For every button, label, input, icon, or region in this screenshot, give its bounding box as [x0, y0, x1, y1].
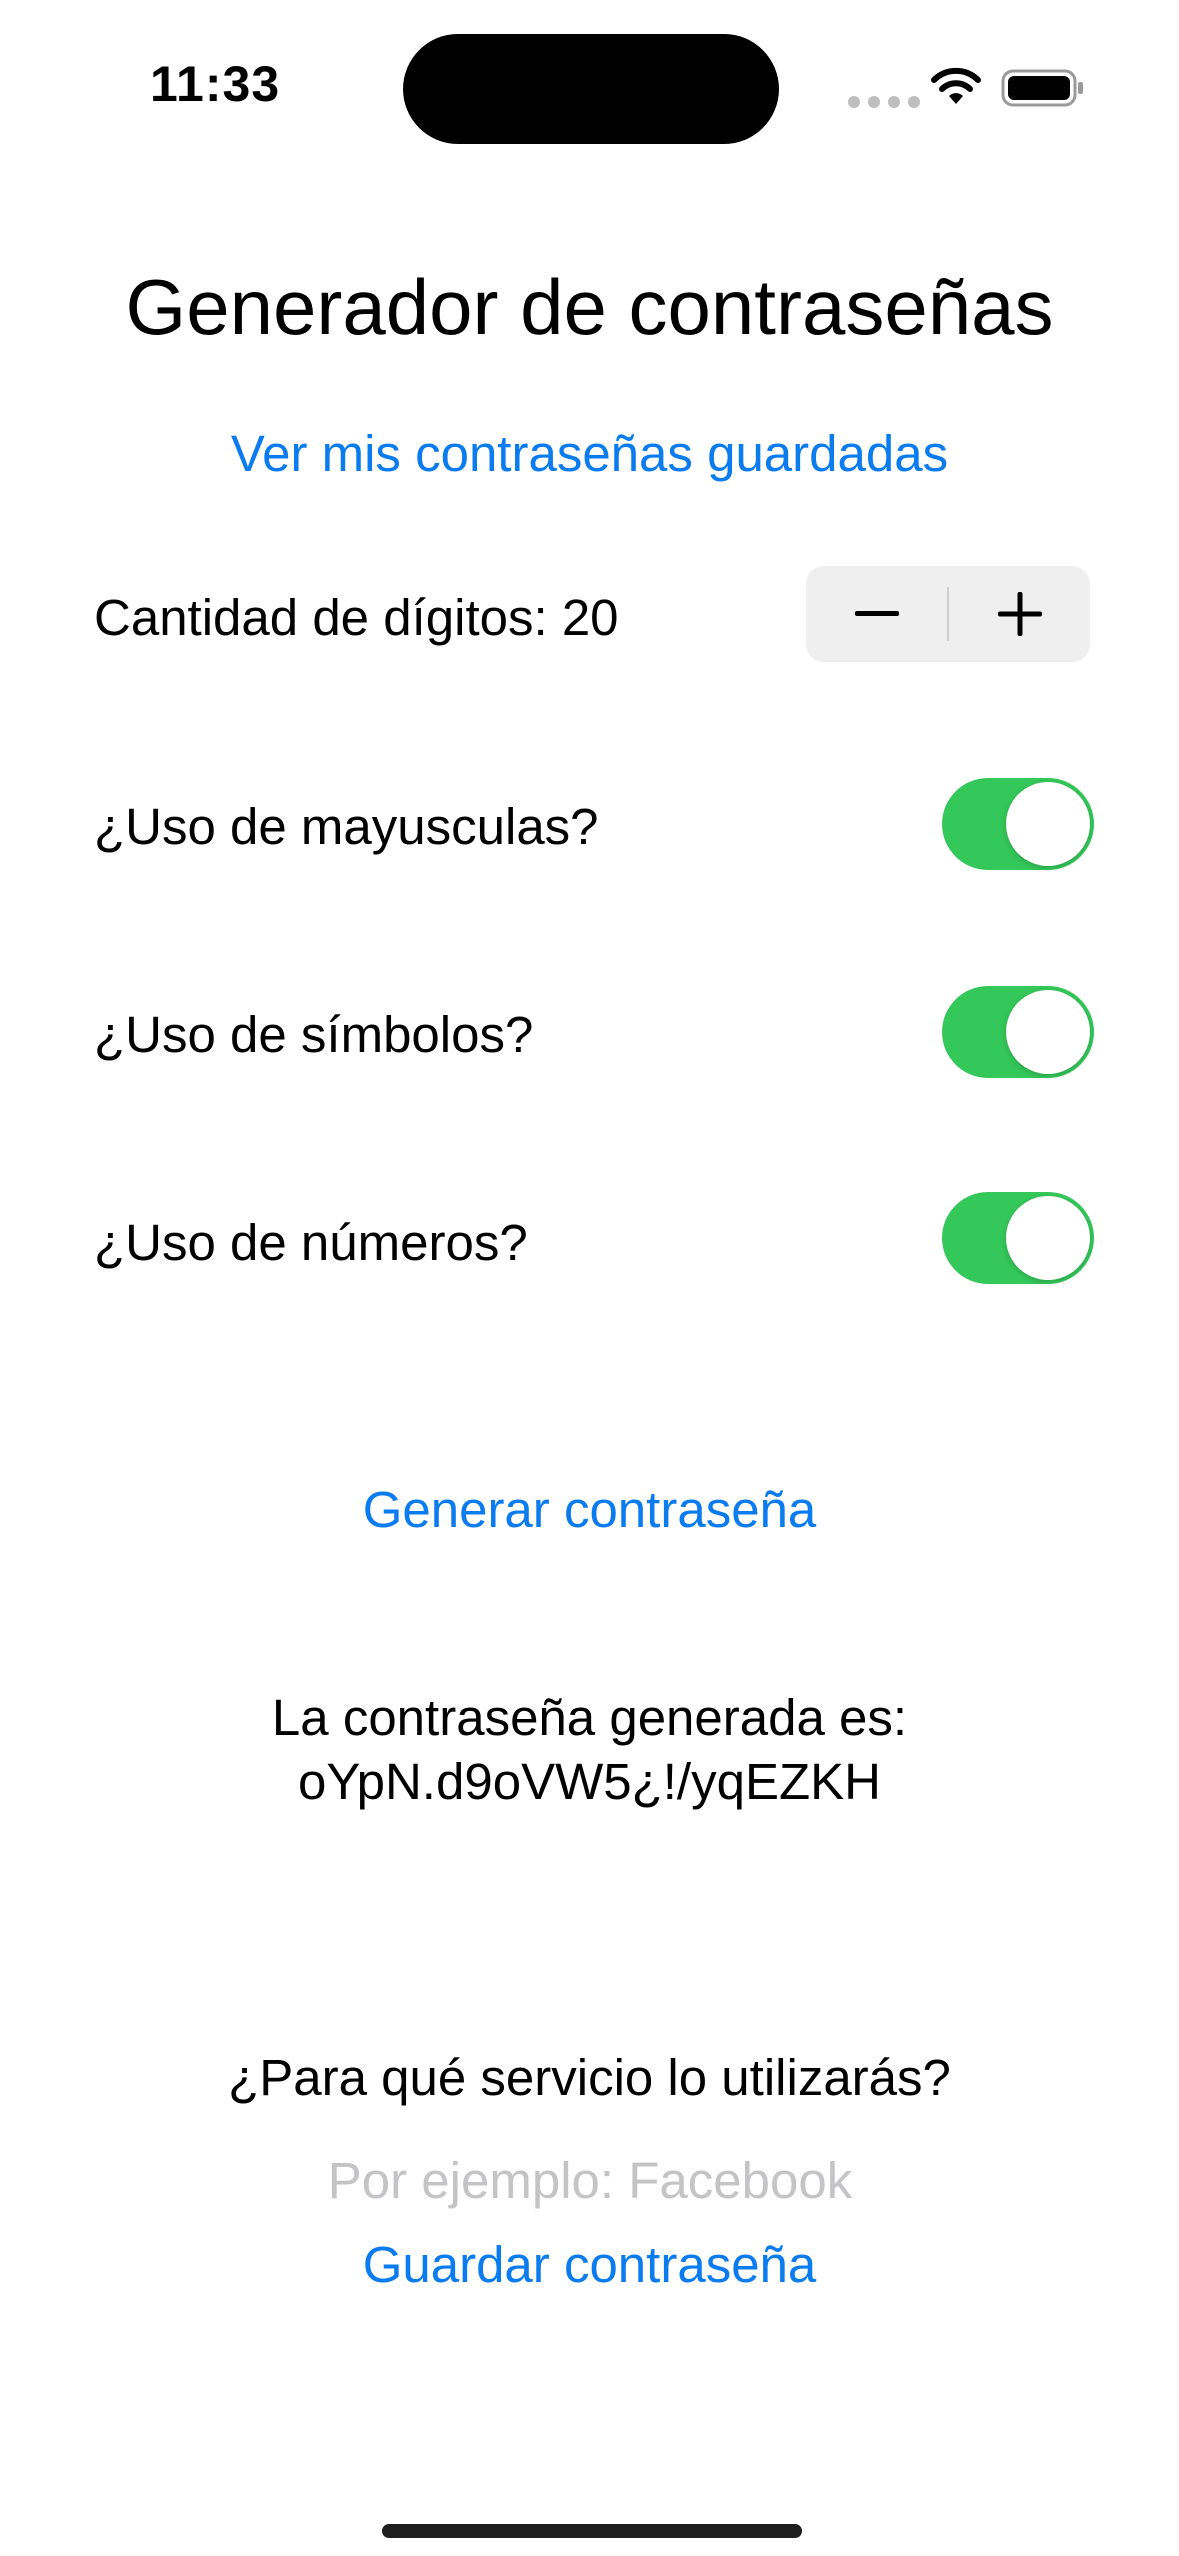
increment-button[interactable] [949, 566, 1090, 662]
toggle-knob [1006, 990, 1090, 1074]
battery-icon [1001, 69, 1083, 107]
numbers-toggle[interactable] [942, 1192, 1094, 1284]
numbers-label: ¿Uso de números? [94, 1214, 528, 1271]
wifi-icon [931, 67, 981, 104]
generated-password-label: La contraseña generada es: [271, 1689, 908, 1746]
symbols-label: ¿Uso de símbolos? [94, 1006, 534, 1063]
symbols-toggle[interactable] [942, 986, 1094, 1078]
minus-icon [854, 611, 899, 616]
decrement-button[interactable] [806, 566, 947, 662]
dynamic-island [403, 34, 779, 144]
status-time: 11:33 [150, 56, 281, 112]
saved-passwords-link[interactable]: Ver mis contraseñas guardadas [0, 424, 1179, 483]
service-question: ¿Para qué servicio lo utilizarás? [228, 2049, 951, 2106]
plus-icon [997, 592, 1042, 636]
toggle-knob [1006, 1196, 1090, 1280]
digits-stepper[interactable] [806, 566, 1090, 662]
digits-count-label: Cantidad de dígitos: 20 [94, 589, 619, 646]
save-password-button[interactable]: Guardar contraseña [0, 2235, 1179, 2294]
uppercase-toggle[interactable] [942, 778, 1094, 870]
uppercase-label: ¿Uso de mayusculas? [94, 798, 599, 855]
signal-icon [848, 96, 920, 108]
home-indicator[interactable] [382, 2524, 802, 2538]
generated-password-value: oYpN.d9oVW5¿!/yqEZKH [298, 1753, 881, 1810]
page-title: Generador de contraseñas [125, 263, 1054, 351]
service-input[interactable] [240, 2140, 940, 2220]
toggle-knob [1006, 782, 1090, 866]
generate-password-button[interactable]: Generar contraseña [0, 1480, 1179, 1539]
